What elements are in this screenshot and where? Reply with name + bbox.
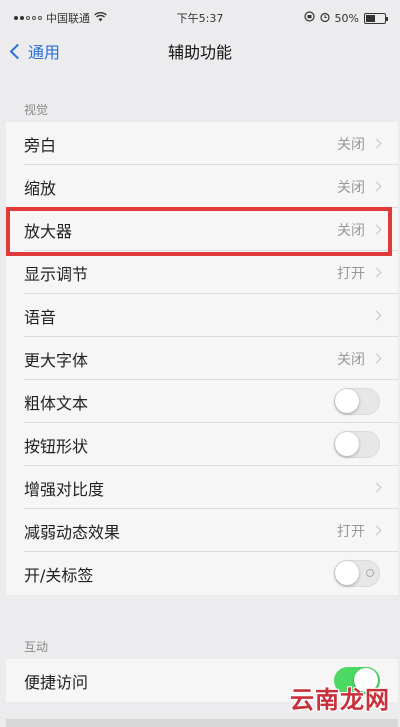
- row-label: 增强对比度: [24, 479, 105, 499]
- toggle-switch[interactable]: [334, 431, 380, 458]
- row-value: 打开: [337, 265, 365, 282]
- row-label: 粗体文本: [24, 393, 89, 413]
- row-label: 旁白: [24, 135, 57, 155]
- signal-strength-icon: [14, 16, 42, 20]
- row-label: 按钮形状: [24, 436, 89, 456]
- row-value: 关闭: [337, 136, 365, 153]
- section-header-interaction: 互动: [24, 640, 49, 654]
- battery-fill: [366, 14, 375, 22]
- back-button[interactable]: 通用: [9, 39, 61, 63]
- chevron-right-icon: [371, 267, 382, 278]
- back-label: 通用: [28, 43, 61, 62]
- row-label: 语音: [24, 307, 57, 327]
- settings-row[interactable]: 减弱动态效果 打开: [6, 509, 398, 552]
- chevron-right-icon: [371, 525, 382, 536]
- bottom-strip: [6, 719, 398, 727]
- chevron-right-icon: [371, 310, 382, 321]
- row-label: 更大字体: [24, 350, 89, 370]
- carrier-name: 中国联通: [46, 12, 90, 25]
- toggle-knob: [335, 432, 359, 456]
- toggle-switch[interactable]: [334, 560, 380, 587]
- toggle-knob: [335, 389, 359, 413]
- settings-group-vision: 旁白 关闭 缩放 关闭 放大器 关闭 显示调节 打开 语音 更大字体 关闭 粗体文本 按钮形状 增强对比度…: [6, 122, 398, 595]
- chevron-right-icon: [371, 353, 382, 364]
- settings-row[interactable]: 开/关标签: [6, 552, 398, 595]
- battery-percent: 50%: [334, 11, 359, 25]
- toggle-switch[interactable]: [334, 388, 380, 415]
- nav-bar: 通用 辅助功能: [0, 36, 400, 66]
- highlight-annotation: [6, 207, 392, 256]
- status-bar: 中国联通 下午5:37 50%: [0, 0, 400, 36]
- settings-row[interactable]: 按钮形状: [6, 423, 398, 466]
- watermark-logo: 云南龙网: [290, 685, 390, 714]
- orientation-lock-icon: [303, 11, 315, 25]
- alarm-icon: [319, 12, 330, 25]
- status-right: 50%: [246, 11, 388, 25]
- row-label: 显示调节: [24, 264, 89, 284]
- row-value: 打开: [337, 523, 365, 540]
- settings-row[interactable]: 增强对比度: [6, 466, 398, 509]
- settings-row[interactable]: 显示调节 打开: [6, 251, 398, 294]
- row-label: 便捷访问: [24, 672, 89, 692]
- status-time: 下午5:37: [176, 12, 224, 25]
- section-header-vision: 视觉: [24, 103, 49, 117]
- chevron-left-icon: [9, 43, 26, 59]
- settings-row[interactable]: 更大字体 关闭: [6, 337, 398, 380]
- settings-row[interactable]: 缩放 关闭: [6, 165, 398, 208]
- row-value: 关闭: [337, 179, 365, 196]
- row-label: 开/关标签: [24, 565, 94, 585]
- row-label: 缩放: [24, 178, 57, 198]
- chevron-right-icon: [371, 138, 382, 149]
- off-label-icon: [366, 569, 374, 577]
- settings-row[interactable]: 语音: [6, 294, 398, 337]
- chevron-right-icon: [371, 482, 382, 493]
- toggle-knob: [335, 561, 359, 585]
- settings-row[interactable]: 粗体文本: [6, 380, 398, 423]
- row-label: 减弱动态效果: [24, 522, 121, 542]
- chevron-right-icon: [371, 181, 382, 192]
- status-left: 中国联通: [14, 10, 154, 26]
- wifi-icon: [94, 11, 107, 25]
- settings-row[interactable]: 旁白 关闭: [6, 122, 398, 165]
- battery-icon: [364, 12, 388, 24]
- row-value: 关闭: [337, 351, 365, 368]
